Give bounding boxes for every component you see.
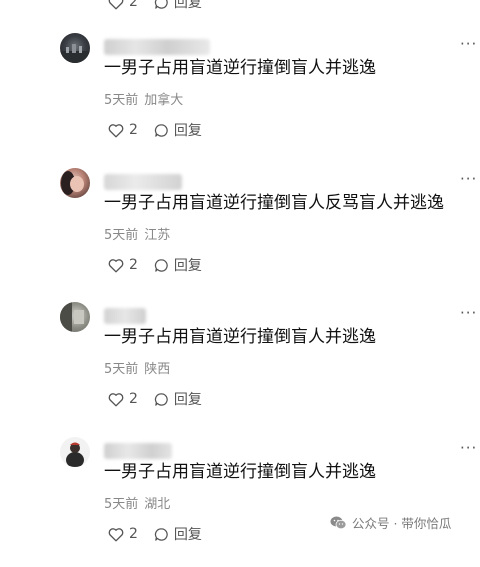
- like-count: 2: [129, 257, 138, 273]
- comment-meta: 5天前 加拿大: [104, 93, 183, 109]
- like-count: 2: [129, 526, 138, 542]
- comment-actions: 2 回复: [108, 524, 202, 544]
- reply-button[interactable]: 回复: [154, 389, 202, 409]
- like-count: 2: [129, 391, 138, 407]
- reply-button[interactable]: 回复: [154, 255, 202, 275]
- reply-button[interactable]: 回复: [154, 524, 202, 544]
- comment-location: 加拿大: [144, 93, 184, 108]
- username-blurred[interactable]: [104, 39, 210, 55]
- comment-text: 一男子占用盲道逆行撞倒盲人反骂盲人并逃逸: [104, 193, 444, 213]
- avatar[interactable]: [60, 33, 90, 63]
- reply-button[interactable]: 回复: [154, 120, 202, 140]
- like-button[interactable]: 2: [108, 391, 138, 407]
- heart-icon: [108, 123, 124, 137]
- comment-text: 一男子占用盲道逆行撞倒盲人并逃逸: [104, 462, 376, 482]
- comment-actions: 2 回复: [108, 120, 202, 140]
- comment-location: 江苏: [144, 228, 171, 243]
- reply-label: 回复: [173, 258, 202, 274]
- like-button[interactable]: 2: [108, 526, 138, 542]
- comment-item: ··· 一男子占用盲道逆行撞倒盲人并逃逸 5天前 湖北 2 回复: [0, 437, 480, 567]
- heart-icon: [108, 258, 124, 273]
- heart-icon: [108, 527, 124, 541]
- comment-text: 一男子占用盲道逆行撞倒盲人并逃逸: [104, 58, 376, 78]
- more-options-button[interactable]: ···: [460, 36, 477, 52]
- comment-bubble-icon: [154, 0, 168, 9]
- reply-label: 回复: [173, 527, 202, 543]
- wechat-icon: [330, 516, 347, 529]
- comment-actions: 2 回复: [108, 255, 202, 275]
- comment-meta: 5天前 江苏: [104, 228, 170, 244]
- comment-location: 湖北: [144, 497, 171, 512]
- like-count: 2: [129, 122, 138, 138]
- like-button[interactable]: 2: [108, 122, 138, 138]
- avatar[interactable]: [60, 437, 90, 467]
- username-blurred[interactable]: [104, 308, 146, 324]
- more-options-button[interactable]: ···: [460, 305, 477, 321]
- like-button[interactable]: 2: [108, 257, 138, 273]
- comment-actions: 2 回复: [108, 389, 202, 409]
- username-blurred[interactable]: [104, 174, 182, 190]
- comment-bubble-icon: [154, 527, 168, 541]
- comment-item: ··· 一男子占用盲道逆行撞倒盲人并逃逸 5天前 加拿大 2 回复: [0, 33, 480, 163]
- more-options-button[interactable]: ···: [460, 171, 477, 187]
- comment-time: 5天前: [104, 228, 139, 243]
- comment-meta: 5天前 湖北: [104, 497, 170, 513]
- like-count: 2: [129, 0, 138, 10]
- comment-bubble-icon: [154, 258, 168, 272]
- heart-icon: [108, 0, 124, 9]
- reply-label: 回复: [173, 123, 202, 139]
- comment-bubble-icon: [154, 123, 168, 137]
- username-blurred[interactable]: [104, 443, 172, 459]
- comment-item: ··· 一男子占用盲道逆行撞倒盲人并逃逸 5天前 陕西 2 回复: [0, 302, 480, 432]
- reply-label: 回复: [173, 0, 202, 11]
- like-button[interactable]: 2: [108, 0, 138, 10]
- avatar[interactable]: [60, 168, 90, 198]
- watermark-text: 公众号 · 带你恰瓜: [352, 516, 452, 531]
- heart-icon: [108, 392, 124, 407]
- comment-time: 5天前: [104, 93, 139, 108]
- comment-text: 一男子占用盲道逆行撞倒盲人并逃逸: [104, 327, 376, 347]
- more-options-button[interactable]: ···: [460, 440, 477, 456]
- previous-comment-actions: 2 回复: [108, 0, 202, 12]
- watermark: 公众号 · 带你恰瓜: [330, 513, 451, 532]
- comment-location: 陕西: [144, 362, 171, 377]
- reply-label: 回复: [173, 392, 202, 408]
- comment-time: 5天前: [104, 362, 139, 377]
- reply-button[interactable]: 回复: [154, 0, 202, 12]
- comment-bubble-icon: [154, 392, 168, 406]
- comment-meta: 5天前 陕西: [104, 362, 170, 378]
- avatar[interactable]: [60, 302, 90, 332]
- comment-item: ··· 一男子占用盲道逆行撞倒盲人反骂盲人并逃逸 5天前 江苏 2 回复: [0, 168, 480, 298]
- comment-time: 5天前: [104, 497, 139, 512]
